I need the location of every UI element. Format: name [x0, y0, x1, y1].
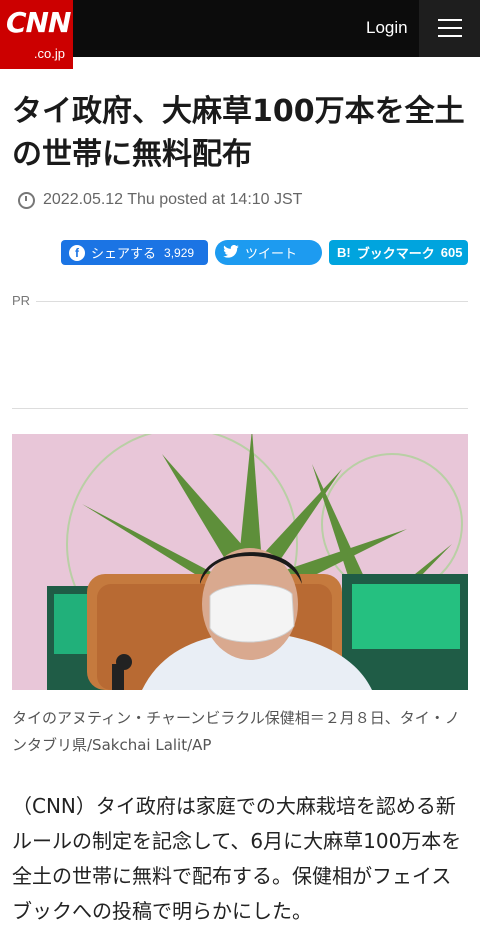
twitter-share-button[interactable]: ツイート [215, 240, 322, 265]
article-title: タイ政府、大麻草100万本を全土の世帯に無料配布 [12, 94, 465, 172]
top-nav-bar: CNN .co.jp Login [0, 0, 480, 69]
clock-icon [18, 191, 35, 209]
facebook-share-button[interactable]: f シェアする 3,929 [61, 240, 208, 265]
photo-caption: タイのアヌティン・チャーンビラクル保健相＝２月８日、タイ・ノンタブリ県/Sakc… [12, 709, 460, 754]
article-body: （CNN）タイ政府は家庭での大麻栽培を認める新ルールの制定を記念して、6月に大麻… [12, 794, 462, 923]
facebook-share-count: 3,929 [164, 245, 195, 260]
pr-divider [36, 301, 468, 302]
article-photo [12, 434, 468, 690]
cnn-logo[interactable]: CNN .co.jp [0, 0, 73, 69]
twitter-bird-icon [223, 244, 239, 261]
facebook-share-label: シェアする [91, 246, 157, 261]
hamburger-menu-icon[interactable] [419, 0, 480, 57]
hatena-bookmark-count: 605 [440, 245, 463, 260]
facebook-icon: f [69, 244, 85, 261]
ad-divider [12, 408, 468, 409]
twitter-share-label: ツイート [245, 246, 298, 261]
hatena-bookmark-label: ブックマーク [356, 246, 435, 261]
pr-label: PR [12, 293, 31, 308]
article-meta: 2022.05.12 Thu posted at 14:10 JST [18, 191, 302, 209]
publish-date: 2022.05.12 Thu posted at 14:10 JST [43, 191, 303, 208]
login-link[interactable]: Login [366, 18, 408, 38]
hatena-bookmark-button[interactable]: B! ブックマーク 605 [329, 240, 468, 265]
hatena-bookmark-icon: B! [337, 245, 351, 260]
logo-text: CNN [6, 6, 71, 39]
logo-subtext: .co.jp [33, 46, 65, 61]
